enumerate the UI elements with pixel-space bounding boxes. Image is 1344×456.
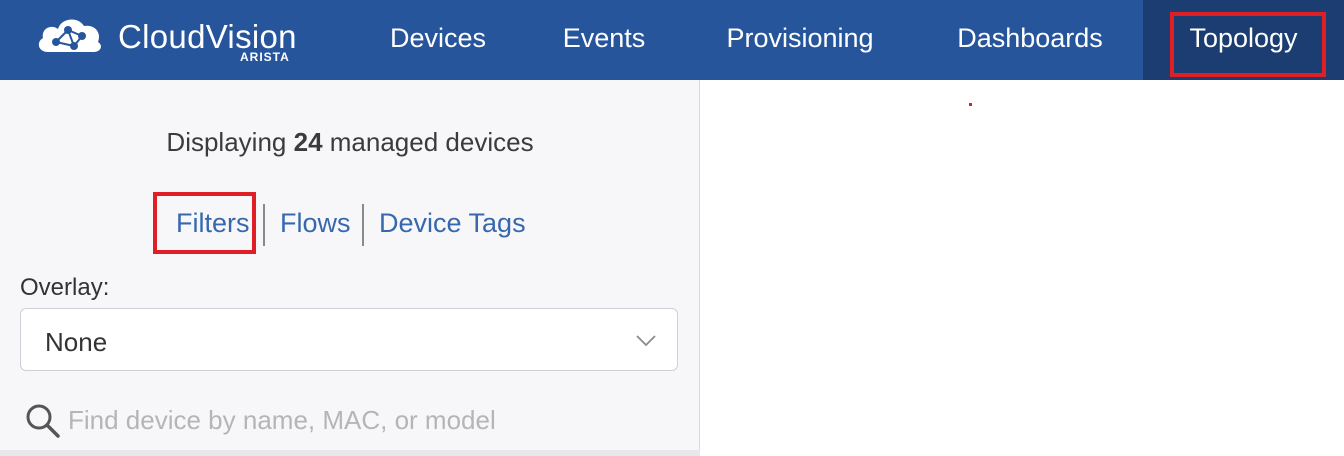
nav-provisioning[interactable]: Provisioning [708, 0, 892, 80]
topology-canvas[interactable] [701, 80, 1344, 456]
tab-filters[interactable]: Filters [176, 208, 250, 239]
nav-dashboards[interactable]: Dashboards [940, 0, 1120, 80]
topology-node-marker [969, 103, 972, 106]
highlight-box [1170, 12, 1326, 77]
device-count: 24 [293, 127, 323, 157]
search-icon [26, 404, 60, 438]
display-suffix: managed devices [329, 127, 534, 157]
search-input[interactable] [68, 400, 668, 440]
nav-devices[interactable]: Devices [370, 0, 506, 80]
overlay-select-value: None [45, 327, 108, 357]
brand-logo[interactable]: CloudVision ARISTA [30, 10, 320, 70]
top-navigation-bar: CloudVision ARISTA Devices Events Provis… [0, 0, 1344, 80]
nav-topology[interactable]: Topology [1143, 0, 1344, 80]
sidebar-tabs: Filters Flows Device Tags [0, 192, 700, 254]
nav-events[interactable]: Events [548, 0, 660, 80]
tab-device-tags[interactable]: Device Tags [379, 208, 526, 239]
chevron-down-icon [636, 335, 656, 347]
tab-divider [362, 204, 364, 246]
cloud-network-icon [38, 19, 101, 52]
overlay-label: Overlay: [20, 274, 110, 301]
display-prefix: Displaying [166, 127, 287, 157]
sidebar-panel: Displaying 24 managed devices Filters Fl… [0, 80, 700, 456]
sidebar-bottom-divider [0, 450, 700, 456]
device-count-summary: Displaying 24 managed devices [0, 127, 700, 158]
tab-divider [263, 204, 265, 246]
device-search [24, 400, 674, 440]
brand-vendor: ARISTA [240, 50, 290, 64]
tab-flows[interactable]: Flows [280, 208, 351, 239]
overlay-select[interactable]: None [20, 308, 678, 371]
